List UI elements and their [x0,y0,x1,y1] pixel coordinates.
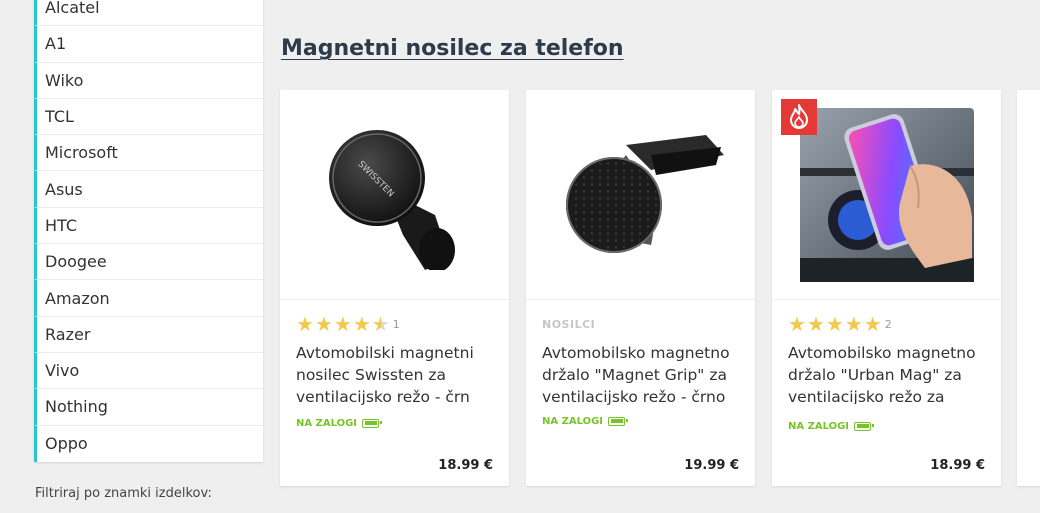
product-price: 19.99 € [684,458,739,473]
half-star-icon: ★ [371,312,390,336]
star-icon: ★ [863,312,882,336]
round-magnetic-vent-mount-image: SWISSTEN [328,129,455,270]
stock-status: NA ZALOGI [788,419,875,433]
stock-label: NA ZALOGI [788,420,850,432]
star-icon: ★ [314,312,333,336]
brand-item-oppo[interactable]: Oppo [34,425,263,462]
brand-item-wiko[interactable]: Wiko [34,62,263,99]
product-card[interactable]: SWISSTEN ★ ★ ★ ★ ★ 1 Avtomobilski magnet… [280,90,509,486]
stock-label: NA ZALOGI [542,415,604,427]
product-category: NOSILCI [542,314,595,334]
section-title[interactable]: Magnetni nosilec za telefon [281,36,624,61]
phone-in-car-mount-photo [799,107,974,282]
brand-item-amazon[interactable]: Amazon [34,280,263,317]
brand-item-alcatel[interactable]: Alcatel [34,0,263,27]
stock-label: NA ZALOGI [296,417,358,429]
stock-status: NA ZALOGI [296,416,383,430]
product-name[interactable]: Avtomobilsko magnetno držalo "Urban Mag"… [788,342,988,404]
brand-item-htc[interactable]: HTC [34,207,263,245]
product-card[interactable]: ★ ★ ★ ★ ★ 2 Avtomobilsko magnetno držalo… [772,90,1001,486]
rating: ★ ★ ★ ★ ★ 1 [296,314,400,334]
product-image[interactable] [526,90,755,300]
review-count: 2 [884,317,892,331]
product-name[interactable]: Avtomobilsko magnetno držalo "Magnet Gri… [542,342,742,408]
review-count: 1 [392,317,400,331]
brand-item-doogee[interactable]: Doogee [34,244,263,281]
stock-status: NA ZALOGI [542,414,629,428]
brand-item-microsoft[interactable]: Microsoft [34,135,263,172]
battery-icon [608,416,629,426]
battery-icon [362,418,383,428]
brand-item-razer[interactable]: Razer [34,316,263,353]
product-price: 18.99 € [930,458,985,473]
brand-item-tcl[interactable]: TCL [34,98,263,136]
flame-icon [790,104,808,129]
brand-item-asus[interactable]: Asus [34,171,263,208]
next-product-card-peek[interactable] [1017,90,1040,486]
star-icon: ★ [844,312,863,336]
product-image[interactable]: SWISSTEN [280,90,509,300]
star-icon: ★ [352,312,371,336]
star-icon: ★ [296,312,314,336]
star-icon: ★ [825,312,844,336]
product-card[interactable]: NOSILCI Avtomobilsko magnetno držalo "Ma… [526,90,755,486]
star-rating: ★ ★ ★ ★ ★ [788,314,882,334]
brand-item-nothing[interactable]: Nothing [34,389,263,426]
battery-icon [854,421,875,431]
star-rating: ★ ★ ★ ★ ★ [296,314,390,334]
star-icon: ★ [788,312,806,336]
brand-filter-list: Alcatel A1 Wiko TCL Microsoft Asus HTC D… [34,0,263,462]
filter-by-brand-label: Filtriraj po znamki izdelkov: [35,486,212,501]
star-icon: ★ [806,312,825,336]
brand-item-a1[interactable]: A1 [34,26,263,63]
hot-badge [781,99,817,135]
category-label[interactable]: NOSILCI [542,318,595,331]
magnet-grip-vent-mount-image [565,134,724,253]
rating: ★ ★ ★ ★ ★ 2 [788,314,892,334]
product-name[interactable]: Avtomobilski magnetni nosilec Swissten z… [296,342,496,408]
star-icon: ★ [333,312,352,336]
brand-item-vivo[interactable]: Vivo [34,352,263,390]
product-price: 18.99 € [438,458,493,473]
